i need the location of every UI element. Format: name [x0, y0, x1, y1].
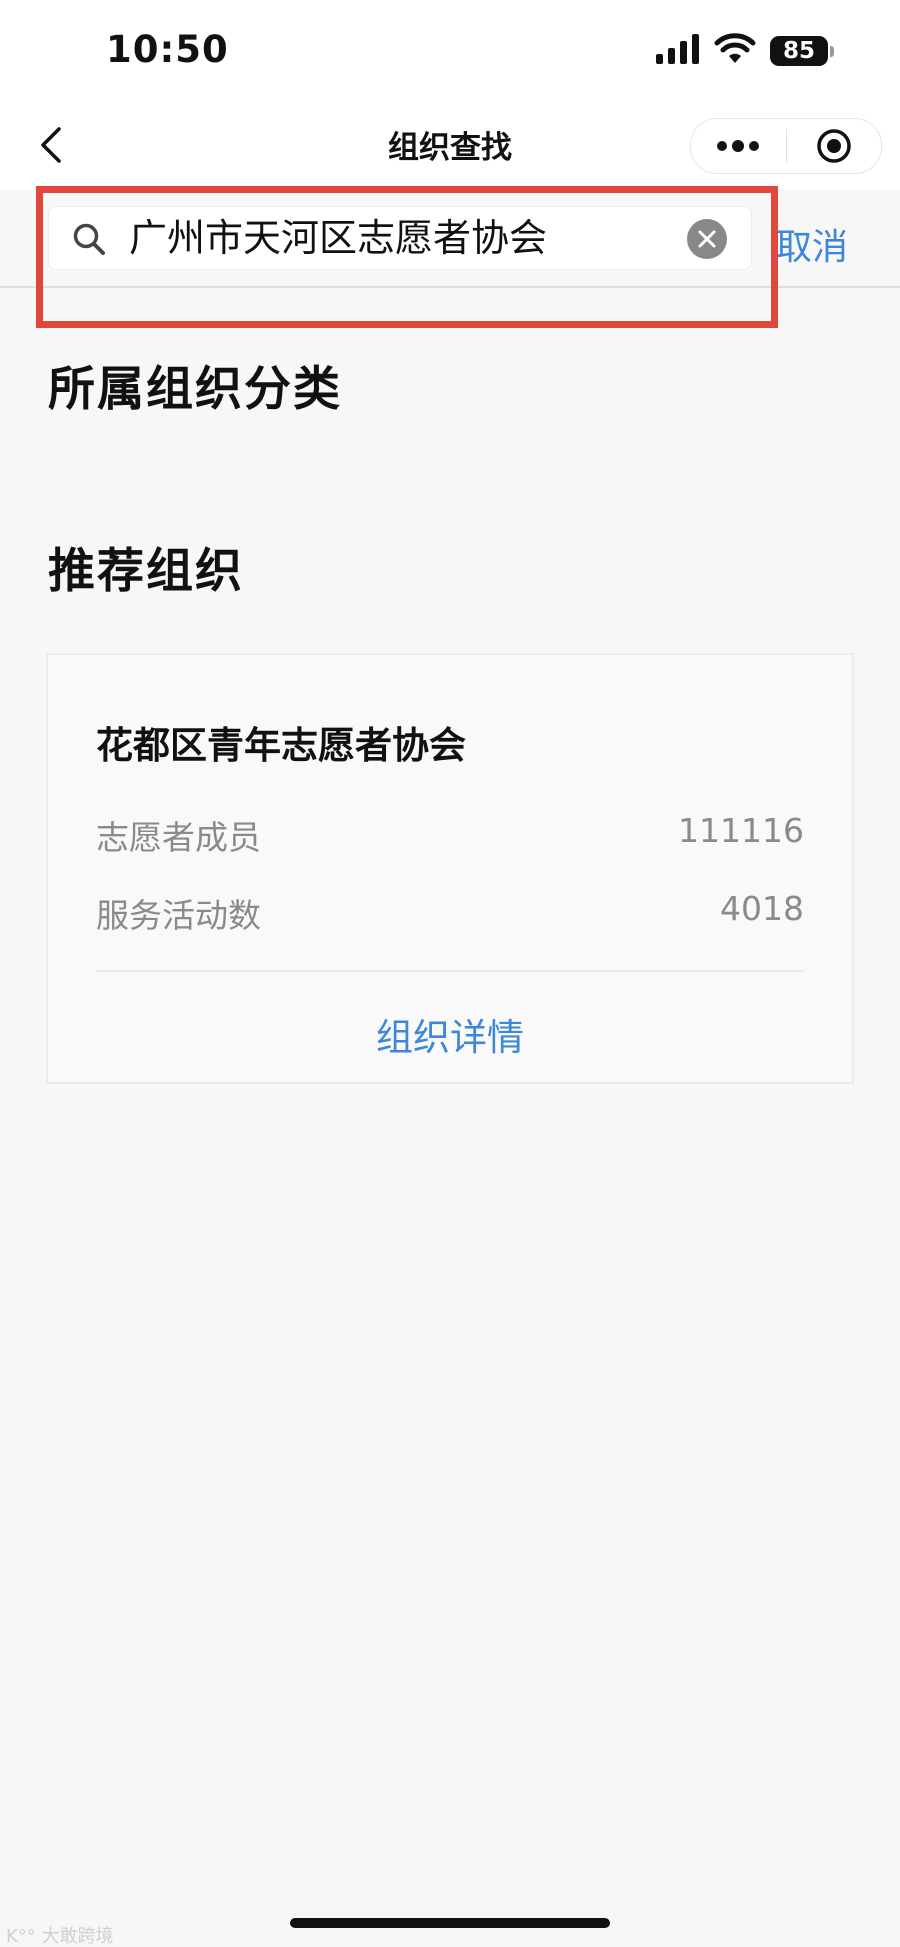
status-icons: 85 — [656, 33, 834, 69]
search-input-value: 广州市天河区志愿者协会 — [129, 216, 548, 260]
card-divider — [96, 970, 804, 972]
clear-icon[interactable] — [687, 219, 727, 259]
battery-tip — [830, 45, 834, 57]
more-button[interactable] — [691, 119, 786, 173]
close-mini-program-icon — [817, 129, 851, 163]
screen: 10:50 85 组织查找 广州市天河区志愿者协会 取消 所属组织分类 推荐组织… — [0, 0, 900, 1947]
wifi-icon — [714, 33, 756, 69]
search-input[interactable]: 广州市天河区志愿者协会 — [48, 206, 752, 270]
status-bar: 10:50 85 — [0, 0, 900, 100]
mini-program-capsule — [690, 118, 882, 174]
home-indicator[interactable] — [290, 1918, 610, 1928]
search-bar: 广州市天河区志愿者协会 取消 — [0, 190, 900, 288]
search-icon — [73, 223, 105, 255]
stat-value: 111116 — [678, 811, 804, 850]
signal-icon — [656, 34, 700, 68]
more-icon — [717, 140, 760, 152]
close-mini-program-button[interactable] — [787, 119, 882, 173]
org-detail-link[interactable]: 组织详情 — [48, 1007, 852, 1061]
org-name: 花都区青年志愿者协会 — [96, 724, 466, 767]
stat-label: 服务活动数 — [96, 896, 261, 935]
stat-label: 志愿者成员 — [96, 818, 261, 857]
battery-icon: 85 — [770, 36, 834, 66]
cancel-button[interactable]: 取消 — [776, 218, 848, 270]
nav-bar: 组织查找 — [0, 100, 900, 190]
battery-level: 85 — [770, 36, 828, 66]
stat-row-activities: 服务活动数 4018 — [96, 889, 804, 935]
category-heading: 所属组织分类 — [48, 362, 342, 417]
status-time: 10:50 — [106, 28, 229, 71]
stat-row-members: 志愿者成员 111116 — [96, 811, 804, 857]
org-card: 花都区青年志愿者协会 志愿者成员 111116 服务活动数 4018 组织详情 — [46, 653, 854, 1084]
recommend-heading: 推荐组织 — [48, 544, 244, 599]
watermark-logo: K°° 大敢跨境 — [6, 1926, 114, 1947]
stat-value: 4018 — [720, 889, 804, 928]
